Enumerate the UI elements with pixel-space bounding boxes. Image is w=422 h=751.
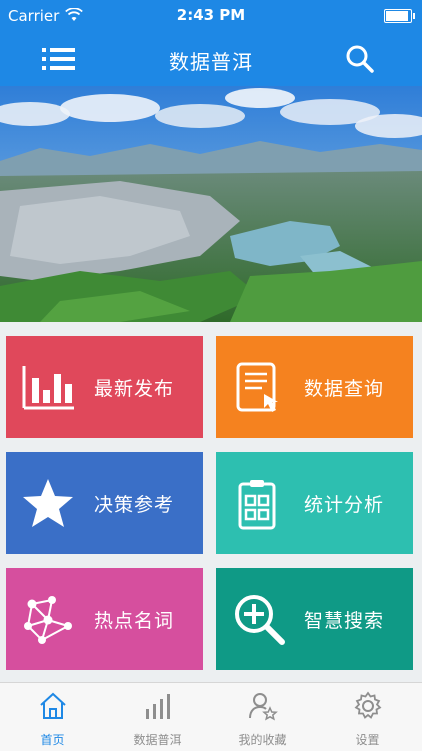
tile-label: 最新发布	[94, 378, 175, 400]
tab-home[interactable]: 首页	[0, 683, 105, 751]
tile-hot-terms[interactable]: 热点名词	[6, 568, 203, 670]
tab-settings[interactable]: 设置	[315, 683, 420, 751]
tile-label: 统计分析	[304, 494, 385, 516]
feature-grid: 最新发布 数据查询 决策参考 统计分析 热点名词 智慧搜索	[0, 322, 422, 682]
zoom-in-icon	[235, 595, 285, 645]
tile-label: 数据查询	[304, 378, 385, 400]
gear-icon	[354, 691, 382, 719]
nav-bar: 数据普洱	[0, 32, 422, 86]
status-bar: Carrier 2:43 PM	[0, 0, 422, 32]
bar-chart-icon	[22, 366, 74, 410]
user-star-icon	[249, 693, 278, 721]
bars-icon	[146, 694, 170, 719]
tile-label: 智慧搜索	[304, 610, 385, 632]
tile-smart-search[interactable]: 智慧搜索	[216, 568, 413, 670]
status-time: 2:43 PM	[176, 6, 246, 24]
tile-data-query[interactable]: 数据查询	[216, 336, 413, 438]
tile-label: 热点名词	[94, 610, 175, 632]
tab-data-puer[interactable]: 数据普洱	[105, 683, 210, 751]
tile-label: 决策参考	[94, 494, 175, 516]
search-icon	[346, 45, 374, 73]
tab-label: 数据普洱	[133, 733, 182, 747]
tile-decision-reference[interactable]: 决策参考	[6, 452, 203, 554]
tile-statistical-analysis[interactable]: 统计分析	[216, 452, 413, 554]
battery-icon	[384, 9, 415, 23]
home-icon	[40, 692, 66, 719]
network-nodes-icon	[24, 596, 72, 644]
tab-favorites[interactable]: 我的收藏	[210, 683, 315, 751]
clipboard-checklist-icon	[238, 480, 276, 530]
tablet-touch-icon	[236, 362, 278, 412]
landscape-photo	[0, 86, 422, 322]
tab-label: 首页	[40, 733, 65, 747]
tab-label: 我的收藏	[238, 733, 287, 747]
tab-bar: 首页 数据普洱 我的收藏 设置	[0, 682, 422, 751]
tile-latest-release[interactable]: 最新发布	[6, 336, 203, 438]
search-button[interactable]	[344, 43, 376, 75]
banner-image[interactable]	[0, 86, 422, 322]
star-icon	[23, 479, 73, 527]
tab-label: 设置	[355, 733, 380, 747]
